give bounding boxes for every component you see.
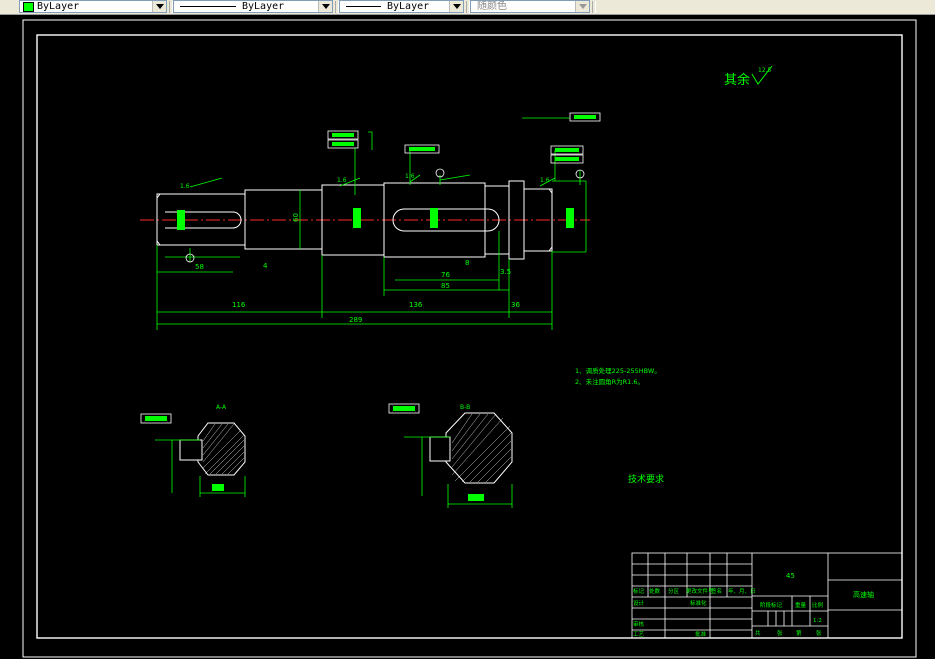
drawing-canvas[interactable]: 116 136 36 289 76 85 58 4 8 3.5 60 1.6 1… [0, 15, 935, 659]
svg-text:标记: 标记 [633, 587, 645, 595]
svg-text:分区: 分区 [668, 587, 680, 595]
dim-289: 289 [349, 316, 362, 324]
dim-8: 8 [465, 259, 469, 267]
lineweight-value: ByLayer [387, 1, 430, 12]
svg-text:张: 张 [777, 629, 783, 637]
material: 45 [786, 572, 795, 580]
part-name: 高速轴 [853, 590, 874, 599]
chevron-down-icon[interactable] [449, 1, 463, 12]
toolbar-separator [592, 1, 596, 13]
svg-text:工艺: 工艺 [633, 631, 645, 638]
svg-text:比例: 比例 [812, 601, 824, 609]
roughness-mark-2: 1.6 [337, 177, 347, 184]
color-swatch [23, 2, 34, 12]
section-b-b: B-B [404, 404, 513, 508]
svg-text:标准化: 标准化 [690, 599, 707, 607]
section-a-a: A-A [155, 404, 246, 497]
lineweight-dropdown[interactable]: ByLayer [339, 0, 464, 13]
svg-text:签名: 签名 [711, 587, 722, 595]
dim-3-5: 3.5 [500, 268, 511, 276]
scale: 1:2 [813, 618, 822, 624]
svg-text:阶段标记: 阶段标记 [760, 601, 783, 609]
roughness-mark-1: 1.6 [180, 183, 190, 190]
svg-text:批准: 批准 [695, 630, 707, 638]
dim-85: 85 [441, 282, 450, 290]
svg-text:其余: 其余 [724, 72, 750, 88]
chevron-down-icon[interactable] [318, 1, 332, 12]
svg-text:张: 张 [816, 629, 822, 637]
svg-text:设计: 设计 [633, 599, 645, 607]
svg-text:第: 第 [796, 629, 802, 637]
plotstyle-dropdown[interactable]: 随颜色 [470, 0, 590, 13]
svg-text:共: 共 [755, 629, 761, 637]
svg-text:12.5: 12.5 [758, 67, 772, 74]
chevron-down-icon[interactable] [152, 1, 166, 12]
roughness-mark-4: 1.6 [540, 177, 550, 184]
tolerance-mark [353, 208, 361, 228]
dimension-lines [156, 117, 587, 330]
title-block-text: 45 高速轴 1:2 标记 处数 分区 更改文件号 签名 年、月、日 设计 标准… [633, 572, 874, 638]
plotstyle-value: 随颜色 [477, 1, 507, 12]
dim-36: 36 [511, 301, 520, 309]
tolerance-frames [140, 112, 601, 424]
svg-text:B-B: B-B [460, 404, 470, 411]
roughness-note: 其余 12.5 [724, 65, 773, 88]
drawing-border [36, 34, 903, 639]
chevron-down-icon[interactable] [575, 1, 589, 12]
dim-76: 76 [441, 271, 450, 279]
svg-text:2、未注圆角R为R1.6。: 2、未注圆角R为R1.6。 [575, 377, 644, 386]
svg-text:年、月、日: 年、月、日 [728, 587, 756, 595]
linetype-value: ByLayer [242, 1, 285, 12]
dim-116: 116 [232, 301, 246, 309]
svg-text:更改文件号: 更改文件号 [686, 587, 714, 595]
dim-4: 4 [263, 262, 268, 270]
svg-text:1、调质处理225-255HBW。: 1、调质处理225-255HBW。 [575, 366, 661, 375]
outer-frame [22, 19, 917, 658]
roughness-mark-3: 1.6 [405, 173, 415, 180]
tech-req-title: 技术要求 [628, 473, 664, 485]
technical-requirements: 1、调质处理225-255HBW。 2、未注圆角R为R1.6。 技术要求 [575, 366, 664, 485]
svg-text:审核: 审核 [633, 620, 645, 628]
dim-136: 136 [409, 301, 423, 309]
lineweight-preview [346, 5, 381, 7]
svg-text:A-A: A-A [216, 404, 227, 411]
tolerance-frame-text [145, 115, 596, 421]
tolerance-mark [177, 210, 185, 230]
svg-text:重量: 重量 [795, 601, 807, 609]
dim-58: 58 [195, 263, 204, 271]
color-value: ByLayer [37, 1, 80, 12]
tolerance-mark [430, 208, 438, 228]
linetype-preview [180, 5, 236, 7]
tolerance-mark [566, 208, 574, 228]
color-dropdown[interactable]: ByLayer [19, 0, 167, 13]
svg-text:处数: 处数 [649, 587, 661, 595]
dim-60: 60 [292, 213, 300, 222]
shaft-annotations: 116 136 36 289 76 85 58 4 8 3.5 60 1.6 1… [177, 173, 574, 324]
linetype-dropdown[interactable]: ByLayer [173, 0, 333, 13]
properties-toolbar: ByLayer ByLayer ByLayer 随颜色 [0, 0, 935, 15]
